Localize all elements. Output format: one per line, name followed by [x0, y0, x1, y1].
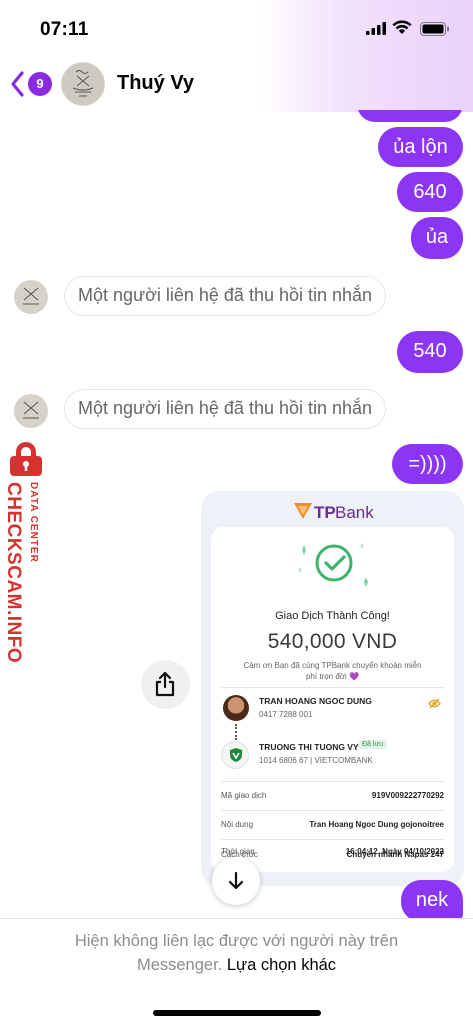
contact-name[interactable]: Thuý Vy	[117, 72, 194, 95]
divider	[221, 687, 444, 688]
composer-unavailable-footer: Hiện không liên lạc được với người này t…	[0, 918, 473, 1024]
bank-name-tp: TP	[314, 503, 336, 522]
sender-avatar	[223, 695, 249, 721]
receipt-row: Nội dung Tran Hoang Ngoc Dung gojonoitre…	[221, 813, 444, 837]
unsent-message-notice: Một người liên hệ đã thu hồi tin nhắn	[64, 389, 387, 429]
receipt-row: Mã giao dịch 919V009222770292	[221, 784, 444, 808]
scroll-to-bottom-button[interactable]	[212, 857, 260, 905]
row-value: Chuyển nhanh Napas 247	[346, 850, 444, 859]
message-thread[interactable]: ủa lộn 640 ủa Một người liên hệ đã thu h…	[0, 110, 473, 918]
transfer-connector	[235, 724, 237, 740]
vietcombank-logo	[221, 741, 249, 769]
contact-avatar[interactable]	[61, 62, 105, 106]
wifi-icon	[392, 20, 412, 34]
saved-badge: Đã lưu	[358, 740, 388, 749]
home-indicator[interactable]	[153, 1010, 321, 1016]
outgoing-message[interactable]: 640	[397, 172, 463, 212]
receipt-row: Cách thức Chuyển nhanh Napas 247	[221, 843, 444, 867]
contact-avatar-small[interactable]	[14, 394, 48, 428]
chevron-left-icon	[11, 71, 24, 97]
tpbank-logo-icon	[294, 503, 312, 519]
watermark-subtext: DATA CENTER	[28, 482, 39, 563]
divider	[221, 810, 444, 811]
arrow-down-icon	[228, 871, 244, 890]
divider	[221, 781, 444, 782]
unsent-message-notice: Một người liên hệ đã thu hồi tin nhắn	[64, 276, 387, 316]
unavailable-message: Hiện không liên lạc được với người này t…	[40, 929, 433, 977]
receipt-title: Giao Dịch Thành Công!	[275, 610, 390, 622]
transfer-receipt-image[interactable]: TP Bank Giao Dịch Thành Công! 540,000 VN…	[201, 491, 464, 886]
outgoing-message[interactable]: ủa	[411, 217, 463, 259]
share-icon	[155, 671, 175, 697]
receipt-thanks: Cảm ơn Bạn đã cùng TPBank chuyển khoản m…	[243, 661, 422, 681]
unread-count-badge: 9	[28, 72, 52, 96]
row-label: Mã giao dịch	[221, 791, 267, 800]
cellular-signal-icon	[366, 22, 386, 35]
other-options-link[interactable]: Lựa chọn khác	[227, 956, 336, 974]
vietcombank-logo-icon	[230, 748, 242, 762]
padlock-icon	[10, 442, 42, 476]
sender-name: TRAN HOANG NGOC DUNG	[259, 696, 372, 706]
row-value: 919V009222770292	[371, 791, 444, 800]
receiver-name: TRUONG THI TUONG VY	[259, 742, 359, 752]
outgoing-message[interactable]	[357, 110, 463, 122]
watermark: CHECKSCAM.INFO DATA CENTER	[0, 438, 52, 678]
sender-account: 0417 7288 001	[259, 710, 313, 719]
outgoing-message[interactable]: =))))	[392, 444, 463, 484]
hidden-eye-icon	[428, 698, 441, 709]
status-bar: 07:11	[0, 0, 473, 58]
battery-icon	[420, 22, 449, 36]
back-button[interactable]: 9	[8, 70, 52, 98]
success-check-icon	[298, 543, 368, 587]
outgoing-message[interactable]: nek	[401, 880, 463, 918]
receipt-amount: 540,000 VND	[267, 630, 398, 653]
outgoing-message[interactable]: ủa lộn	[378, 127, 463, 167]
bank-name-bank: Bank	[335, 503, 374, 522]
outgoing-message[interactable]: 540	[397, 331, 463, 373]
contact-avatar-small[interactable]	[14, 280, 48, 314]
share-button[interactable]	[141, 660, 190, 709]
row-value: Tran Hoang Ngoc Dung gojonoitree	[309, 820, 444, 829]
tpbank-logo: TP Bank	[201, 491, 464, 531]
watermark-text: CHECKSCAM.INFO	[3, 482, 24, 664]
row-label: Nội dung	[221, 820, 254, 829]
receiver-account: 1014 6806 67 | VIETCOMBANK	[259, 756, 373, 765]
conversation-header: 9 Thuý Vy	[0, 58, 473, 110]
receipt-card: Giao Dịch Thành Công! 540,000 VND Cảm ơn…	[211, 527, 454, 872]
status-time: 07:11	[40, 19, 89, 40]
